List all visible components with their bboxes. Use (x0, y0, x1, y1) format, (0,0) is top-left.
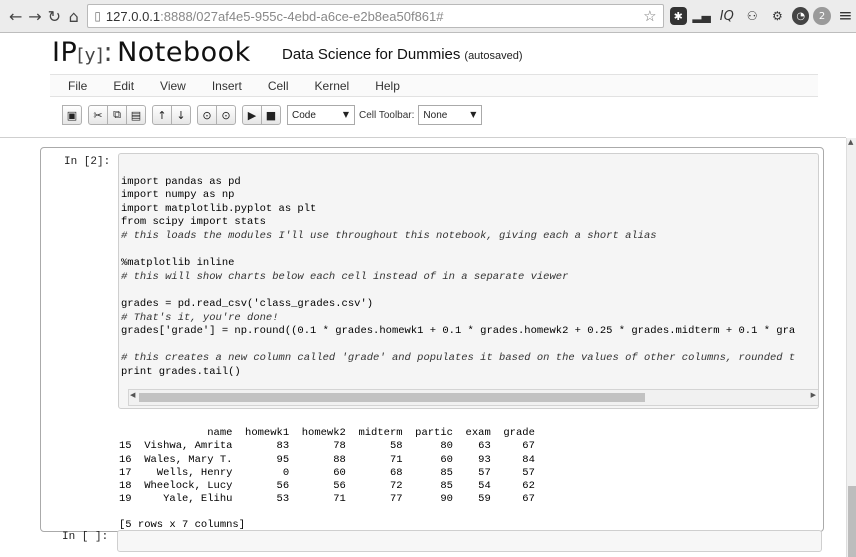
page-vertical-scrollbar[interactable]: ▲ (846, 138, 856, 557)
page-scrollbar-thumb[interactable] (848, 486, 856, 557)
code-comment: # this will show charts below each cell … (121, 270, 569, 283)
scroll-left-icon[interactable]: ◀ (130, 391, 135, 399)
code-content: import pandas as pd import numpy as np i… (121, 162, 795, 380)
cell-prompt: In [2]: (64, 156, 111, 168)
cell-toolbar-value: None (423, 109, 448, 121)
person-icon[interactable]: ⚇ (741, 5, 762, 27)
url-path: :8888/027af4e5-955c-4ebd-a6ce-e2b8ea50f8… (160, 8, 444, 24)
output-row: 15 Vishwa, Amrita 83 78 58 80 63 67 (119, 440, 535, 453)
iq-extension-icon[interactable]: IQ (716, 5, 737, 27)
empty-code-editor[interactable] (117, 530, 822, 552)
notification-badge[interactable]: 2 (813, 7, 831, 25)
address-bar[interactable]: ▯ 127.0.0.1:8888/027af4e5-955c-4ebd-a6ce… (87, 4, 664, 28)
cell-toolbar-label: Cell Toolbar: (359, 109, 415, 121)
notebook-header: IP[y]: Notebook Data Science for Dummies(… (0, 33, 846, 138)
save-icon[interactable]: ▣ (62, 105, 82, 125)
empty-cell-prompt: In [ ]: (62, 531, 109, 543)
menu-bar: File Edit View Insert Cell Kernel Help (50, 74, 818, 97)
dropdown-arrow-icon: ▼ (470, 110, 477, 119)
code-comment: # That's it, you're done! (121, 311, 279, 324)
menu-icon[interactable]: ≡ (835, 5, 856, 27)
back-arrow-icon[interactable]: ← (6, 5, 25, 27)
code-line: print grades.tail() (121, 365, 241, 378)
horizontal-scrollbar[interactable]: ◀ ▶ (128, 389, 818, 406)
move-up-icon[interactable]: ↑ (152, 105, 172, 125)
save-status: (autosaved) (464, 50, 523, 62)
move-down-icon[interactable]: ↓ (171, 105, 191, 125)
page-icon: ▯ (94, 9, 101, 23)
url-host: 127.0.0.1 (105, 8, 161, 24)
cut-icon[interactable]: ✂ (88, 105, 108, 125)
code-comment: # this creates a new column called 'grad… (121, 352, 796, 365)
scroll-up-icon[interactable]: ▲ (848, 138, 853, 146)
menu-view[interactable]: View (160, 79, 186, 93)
code-line: grades = pd.read_csv('class_grades.csv') (121, 297, 374, 310)
signal-icon[interactable]: ▂▄ (691, 5, 712, 27)
output-row: 16 Wales, Mary T. 95 88 71 60 93 84 (119, 453, 535, 466)
notebook-toolbar: ▣ ✂ ⧉ ▤ ↑ ↓ ⊙ ⊙ ▶ ■ Code ▼ Cell Toolbar:… (50, 99, 818, 131)
code-line: import matplotlib.pyplot as plt (121, 202, 317, 215)
insert-above-icon[interactable]: ⊙ (197, 105, 217, 125)
code-line: import numpy as np (121, 189, 235, 202)
output-row: 17 Wells, Henry 0 60 68 85 57 57 (119, 466, 535, 479)
menu-kernel[interactable]: Kernel (315, 79, 350, 93)
cell-toolbar-select[interactable]: None ▼ (418, 105, 483, 125)
cell-type-value: Code (292, 109, 316, 121)
scroll-right-icon[interactable]: ▶ (811, 391, 816, 399)
code-line: import pandas as pd (121, 175, 241, 188)
code-line: grades['grade'] = np.round((0.1 * grades… (121, 325, 796, 338)
code-cell[interactable]: In [2]: import pandas as pd import numpy… (40, 147, 824, 532)
menu-cell[interactable]: Cell (268, 79, 289, 93)
reload-icon[interactable]: ↻ (45, 5, 64, 27)
cell-type-select[interactable]: Code ▼ (287, 105, 355, 125)
browser-toolbar: ← → ↻ ⌂ ▯ 127.0.0.1:8888/027af4e5-955c-4… (0, 0, 856, 33)
forward-arrow-icon[interactable]: → (25, 5, 44, 27)
paste-icon[interactable]: ▤ (126, 105, 146, 125)
notebook-body: In [2]: import pandas as pd import numpy… (0, 138, 846, 557)
home-icon[interactable]: ⌂ (64, 5, 83, 27)
notebook-title[interactable]: Data Science for Dummies (autosaved) (282, 46, 523, 63)
output-header: name homewk1 homewk2 midterm partic exam… (119, 427, 535, 440)
output-row: 19 Yale, Elihu 53 71 77 90 59 67 (119, 493, 535, 506)
insert-below-icon[interactable]: ⊙ (216, 105, 236, 125)
copy-icon[interactable]: ⧉ (107, 105, 127, 125)
code-line: %matplotlib inline (121, 257, 235, 270)
menu-insert[interactable]: Insert (212, 79, 242, 93)
run-icon[interactable]: ▶ (242, 105, 262, 125)
code-line: from scipy import stats (121, 216, 266, 229)
menu-edit[interactable]: Edit (113, 79, 134, 93)
code-comment: # this loads the modules I'll use throug… (121, 229, 657, 242)
circle-extension-icon[interactable]: ◔ (791, 7, 810, 25)
puzzle-icon[interactable]: ✱ (669, 7, 687, 25)
code-editor[interactable]: import pandas as pd import numpy as np i… (118, 153, 819, 409)
cell-output: name homewk1 homewk2 midterm partic exam… (119, 414, 535, 533)
menu-file[interactable]: File (68, 79, 87, 93)
menu-help[interactable]: Help (375, 79, 400, 93)
stop-icon[interactable]: ■ (261, 105, 281, 125)
bookmark-star-icon[interactable]: ☆ (643, 7, 656, 25)
dropdown-arrow-icon: ▼ (342, 110, 349, 119)
scrollbar-thumb[interactable] (139, 393, 645, 402)
output-row: 18 Wheelock, Lucy 56 56 72 85 54 62 (119, 480, 535, 493)
ipython-logo[interactable]: IP[y]: Notebook (52, 37, 251, 68)
gear-icon[interactable]: ⚙ (767, 5, 788, 27)
